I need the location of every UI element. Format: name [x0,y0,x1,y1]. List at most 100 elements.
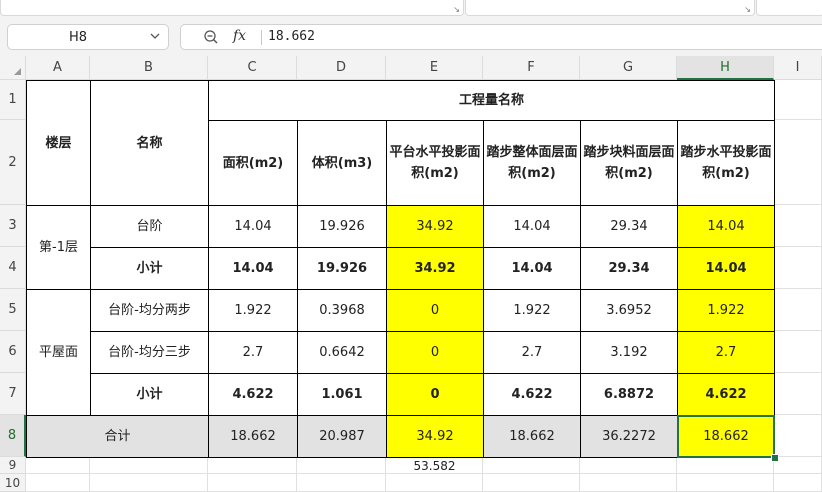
cell-g3[interactable]: 29.34 [581,206,678,248]
col-header-c[interactable]: C [208,56,297,80]
cell-f3[interactable]: 14.04 [484,206,581,248]
cell-e3[interactable]: 34.92 [387,206,484,248]
row-header-6[interactable]: 6 [0,331,26,373]
col-header-i[interactable]: I [774,56,822,80]
zoom-icon[interactable] [203,29,219,45]
cell-g5[interactable]: 3.6952 [581,290,678,332]
col-header-h[interactable]: H [677,56,774,80]
cell-e7[interactable]: 0 [387,374,484,416]
floor-cell-1[interactable]: 第-1层 [27,206,91,290]
grid-cell[interactable] [774,474,822,492]
grid-cell[interactable] [580,474,677,492]
cell-b6[interactable]: 台阶-均分三步 [91,332,209,374]
grid-cell[interactable] [297,457,386,474]
cell-d6[interactable]: 0.6642 [298,332,387,374]
header-step-projection-area[interactable]: 踏步水平投影面积(m2) [678,121,775,206]
grid-cell[interactable] [774,457,822,474]
cell-b5[interactable]: 台阶-均分两步 [91,290,209,332]
col-header-g[interactable]: G [580,56,677,80]
cell-h4[interactable]: 14.04 [678,248,775,290]
cell-f5[interactable]: 1.922 [484,290,581,332]
cell-c8[interactable]: 18.662 [209,416,298,458]
select-all-icon[interactable] [14,68,21,75]
row-header-3[interactable]: 3 [0,205,26,247]
resize-corner-icon[interactable]: ↘ [744,6,751,14]
grid-cell[interactable] [208,474,297,492]
cell-e5[interactable]: 0 [387,290,484,332]
header-name[interactable]: 名称 [91,81,209,206]
cell-d7[interactable]: 1.061 [298,374,387,416]
formula-input[interactable]: fx 18.662 [180,24,822,50]
grid-cell[interactable] [90,457,208,474]
function-icon[interactable]: fx [233,28,246,44]
grid-cell[interactable] [774,415,822,457]
top-panel-extra[interactable] [756,0,822,16]
row-header-1[interactable]: 1 [0,80,26,120]
cell-h3[interactable]: 14.04 [678,206,775,248]
cell-d8[interactable]: 20.987 [298,416,387,458]
top-panel-right[interactable]: ↘ [465,0,755,16]
select-all-corner[interactable] [0,56,26,80]
fill-handle[interactable] [771,454,779,462]
chevron-down-icon[interactable] [148,29,162,43]
name-box-value[interactable]: H8 [8,30,148,45]
grid-cell[interactable] [774,373,822,415]
header-volume[interactable]: 体积(m3) [298,121,387,206]
header-step-surface-area[interactable]: 踏步整体面层面积(m2) [484,121,581,206]
cell-b4[interactable]: 小计 [91,248,209,290]
cell-e6[interactable]: 0 [387,332,484,374]
grid-cell[interactable] [483,474,580,492]
row-header-8[interactable]: 8 [0,415,26,457]
grid-cell[interactable] [677,474,774,492]
cell-g4[interactable]: 29.34 [581,248,678,290]
grid-cell[interactable] [26,474,90,492]
row-header-7[interactable]: 7 [0,373,26,415]
cell-g7[interactable]: 6.8872 [581,374,678,416]
cell-f7[interactable]: 4.622 [484,374,581,416]
header-floor[interactable]: 楼层 [27,81,91,206]
cell-c5[interactable]: 1.922 [209,290,298,332]
row-header-4[interactable]: 4 [0,247,26,289]
cell-b3[interactable]: 台阶 [91,206,209,248]
cell-d4[interactable]: 19.926 [298,248,387,290]
grid-cell[interactable] [386,474,483,492]
grid-cell[interactable] [774,205,822,247]
grid-cell[interactable] [677,457,774,474]
header-step-block-area[interactable]: 踏步块料面层面积(m2) [581,121,678,206]
grid-cell[interactable] [580,457,677,474]
grid-cell[interactable] [774,120,822,205]
grid-cell[interactable] [774,331,822,373]
cell-h8[interactable]: 18.662 [678,416,775,458]
col-header-f[interactable]: F [483,56,580,80]
row-header-5[interactable]: 5 [0,289,26,331]
grid-cell[interactable] [26,457,90,474]
row-header-2[interactable]: 2 [0,120,26,205]
cell-e9[interactable]: 53.582 [386,457,483,474]
grid-cell[interactable] [90,474,208,492]
cell-e4[interactable]: 34.92 [387,248,484,290]
header-platform-area[interactable]: 平台水平投影面积(m2) [387,121,484,206]
grid-cell[interactable] [774,80,822,120]
cell-b7[interactable]: 小计 [91,374,209,416]
floor-cell-2[interactable]: 平屋面 [27,290,91,416]
cell-d3[interactable]: 19.926 [298,206,387,248]
formula-value[interactable]: 18.662 [268,29,315,44]
cell-d5[interactable]: 0.3968 [298,290,387,332]
row-header-9[interactable]: 9 [0,457,26,474]
cell-c7[interactable]: 4.622 [209,374,298,416]
grid-cell[interactable] [774,289,822,331]
cell-e8[interactable]: 34.92 [387,416,484,458]
col-header-d[interactable]: D [297,56,386,80]
top-panel-left[interactable]: ↘ [0,0,464,16]
cell-f8[interactable]: 18.662 [484,416,581,458]
cell-f4[interactable]: 14.04 [484,248,581,290]
resize-corner-icon[interactable]: ↘ [453,6,460,14]
cell-g6[interactable]: 3.192 [581,332,678,374]
cell-h5[interactable]: 1.922 [678,290,775,332]
total-label[interactable]: 合计 [27,416,209,458]
grid-cell[interactable] [208,457,297,474]
cell-c3[interactable]: 14.04 [209,206,298,248]
cell-f6[interactable]: 2.7 [484,332,581,374]
header-area[interactable]: 面积(m2) [209,121,298,206]
header-quantity-group[interactable]: 工程量名称 [209,81,775,121]
